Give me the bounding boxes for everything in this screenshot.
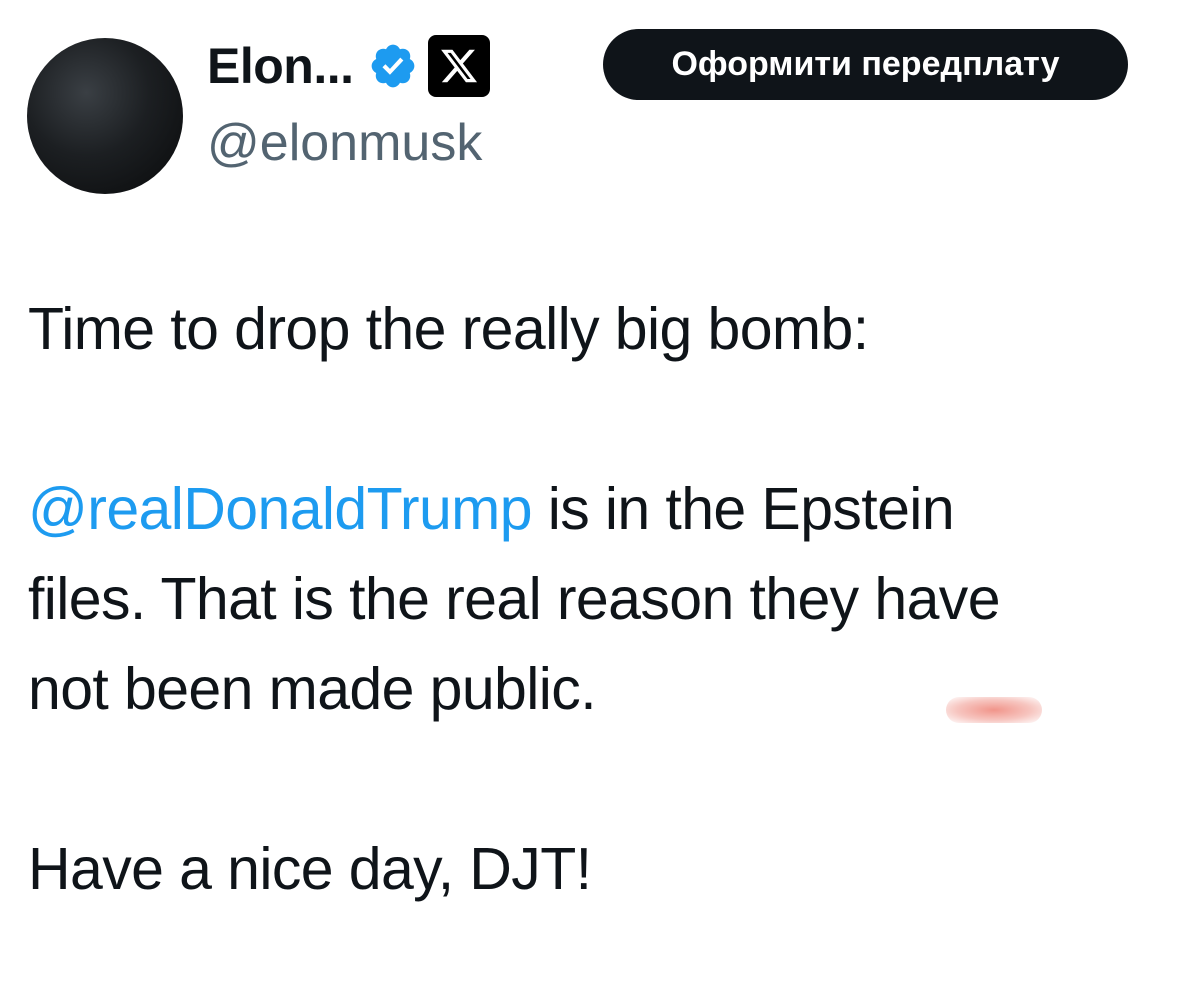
red-smudge-mark	[946, 697, 1042, 723]
display-name[interactable]: Elon...	[207, 36, 354, 96]
tweet-text: Time to drop the really big bomb: @realD…	[28, 284, 1158, 914]
tweet-line-1: Time to drop the really big bomb:	[28, 296, 869, 362]
verified-badge-icon[interactable]	[368, 41, 418, 91]
mention-link[interactable]: @realDonaldTrump	[28, 476, 533, 542]
x-logo-icon[interactable]	[427, 35, 490, 97]
subscribe-button[interactable]: Оформити передплату	[603, 29, 1128, 100]
avatar[interactable]	[27, 38, 183, 194]
tweet-line-5: Have a nice day, DJT!	[28, 836, 592, 902]
name-row: Elon...	[207, 35, 490, 97]
tweet-line-2: @realDonaldTrump is in the Epstein	[28, 464, 1158, 554]
tweet-line-2-rest: is in the Epstein	[531, 476, 955, 542]
handle[interactable]: @elonmusk	[207, 112, 482, 174]
tweet-line-3: files. That is the real reason they have	[28, 566, 1001, 632]
